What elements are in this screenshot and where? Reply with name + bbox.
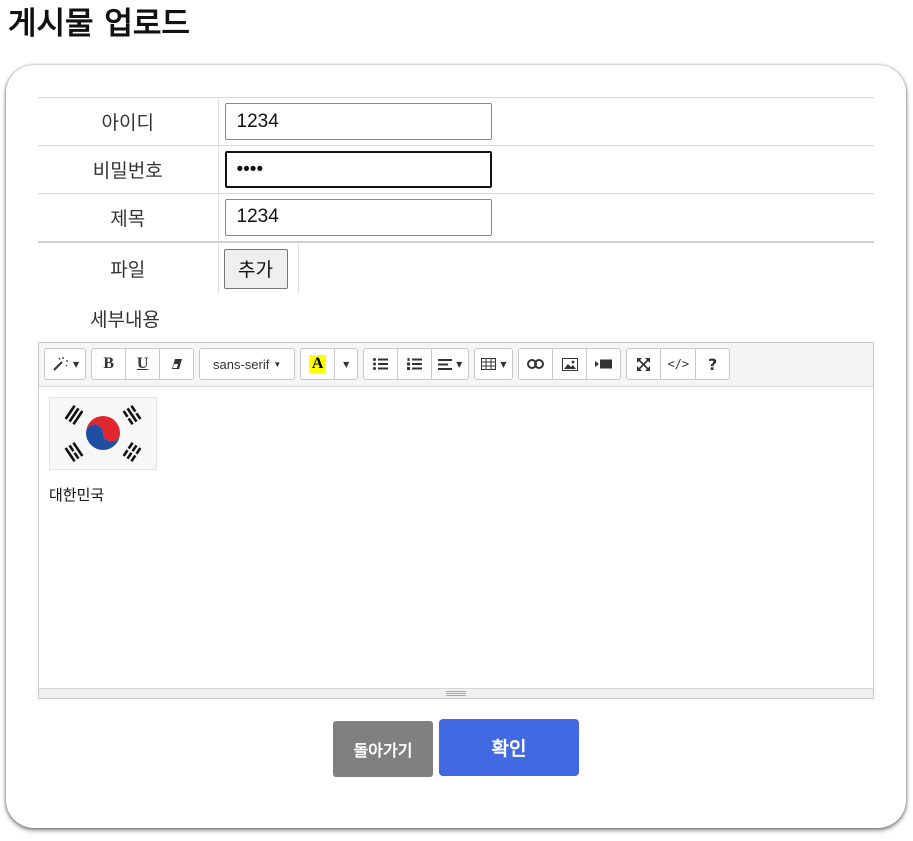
caret-down-icon: ▼ bbox=[343, 359, 350, 369]
fullscreen-button[interactable] bbox=[626, 348, 662, 380]
caret-down-icon: ▼ bbox=[500, 359, 507, 369]
unordered-list-button[interactable] bbox=[363, 348, 399, 380]
link-icon bbox=[527, 359, 545, 369]
subject-label: 제목 bbox=[38, 193, 219, 242]
code-view-icon: </> bbox=[667, 357, 690, 371]
magic-style-icon bbox=[51, 356, 69, 372]
bold-button[interactable]: B bbox=[91, 348, 127, 380]
font-family-dropdown[interactable]: sans-serif ▼ bbox=[199, 348, 296, 380]
font-color-dropdown[interactable]: ▼ bbox=[334, 348, 359, 380]
upload-form-card: 아이디 비밀번호 제목 파일 추가 세부내용 bbox=[6, 65, 906, 828]
link-button[interactable] bbox=[518, 348, 554, 380]
help-button[interactable]: ? bbox=[695, 348, 731, 380]
font-color-button[interactable]: A bbox=[300, 348, 336, 380]
resize-grip-icon bbox=[446, 691, 466, 696]
ordered-list-button[interactable] bbox=[397, 348, 433, 380]
help-icon: ? bbox=[708, 354, 718, 374]
font-family-value: sans-serif bbox=[213, 356, 270, 372]
editor-toolbar: ▼ B U sans-serif ▼ A ▼ ▼ ▼ </> ? bbox=[39, 343, 873, 387]
ordered-list-icon bbox=[407, 358, 423, 370]
file-row: 파일 추가 bbox=[38, 240, 874, 294]
subject-row: 제목 bbox=[38, 193, 874, 242]
bold-icon: B bbox=[103, 355, 114, 372]
page-title: 게시물 업로드 bbox=[8, 6, 190, 42]
password-row: 비밀번호 bbox=[38, 145, 874, 194]
caret-down-icon: ▼ bbox=[273, 359, 282, 369]
file-label: 파일 bbox=[38, 240, 219, 294]
id-input[interactable] bbox=[224, 103, 492, 140]
password-input[interactable] bbox=[224, 151, 492, 188]
add-file-button[interactable]: 추가 bbox=[223, 248, 288, 289]
fullscreen-icon bbox=[637, 357, 651, 371]
table-dropdown[interactable]: ▼ bbox=[474, 348, 514, 380]
id-row: 아이디 bbox=[38, 97, 874, 146]
rich-text-editor: ▼ B U sans-serif ▼ A ▼ ▼ ▼ </> ? 대한민국 bbox=[38, 342, 874, 699]
back-button[interactable]: 돌아가기 bbox=[333, 721, 433, 777]
insert-video-button[interactable] bbox=[586, 348, 622, 380]
caret-down-icon: ▼ bbox=[456, 359, 463, 369]
clear-format-button[interactable] bbox=[159, 348, 195, 380]
insert-picture-button[interactable] bbox=[552, 348, 588, 380]
korean-flag-image bbox=[49, 397, 157, 470]
underline-icon: U bbox=[136, 355, 149, 372]
editor-content-text: 대한민국 bbox=[49, 486, 105, 504]
font-color-icon: A bbox=[309, 355, 327, 373]
upload-form-table: 아이디 비밀번호 제목 파일 추가 bbox=[38, 97, 874, 294]
id-label: 아이디 bbox=[38, 97, 219, 146]
editor-resize-bar[interactable] bbox=[39, 688, 873, 698]
paragraph-align-dropdown[interactable]: ▼ bbox=[431, 348, 470, 380]
password-label: 비밀번호 bbox=[38, 145, 219, 194]
video-icon bbox=[595, 359, 613, 369]
caret-down-icon: ▼ bbox=[73, 359, 80, 369]
code-view-button[interactable]: </> bbox=[660, 348, 697, 380]
detail-label: 세부내용 bbox=[90, 309, 160, 331]
style-dropdown-button[interactable]: ▼ bbox=[44, 348, 87, 380]
underline-button[interactable]: U bbox=[125, 348, 161, 380]
table-icon bbox=[481, 358, 497, 370]
confirm-button[interactable]: 확인 bbox=[439, 719, 579, 776]
align-icon bbox=[438, 358, 453, 370]
subject-input[interactable] bbox=[224, 198, 492, 236]
eraser-icon bbox=[170, 357, 184, 371]
picture-icon bbox=[561, 357, 578, 371]
unordered-list-icon bbox=[373, 358, 389, 370]
editor-content-area[interactable]: 대한민국 bbox=[39, 387, 873, 687]
